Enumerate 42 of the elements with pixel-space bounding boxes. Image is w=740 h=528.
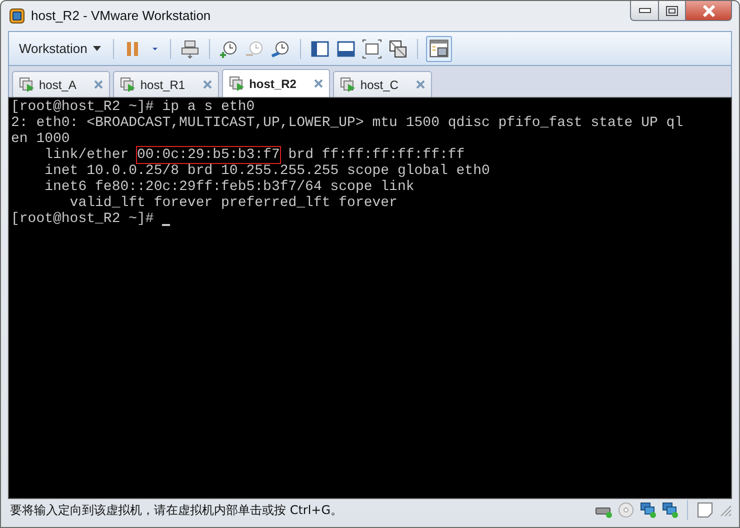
terminal-text: en 1000	[11, 131, 70, 147]
message-icon[interactable]	[696, 501, 714, 519]
maximize-button[interactable]	[659, 1, 686, 21]
minimize-icon	[638, 8, 650, 14]
close-button[interactable]	[686, 1, 732, 21]
terminal-text: valid_lft forever preferred_lft forever	[68, 195, 398, 211]
terminal-text: inet6 fe80::20c:29ff:feb5:b3f7/64 scope link	[44, 179, 414, 195]
vm-running-icon	[19, 76, 35, 92]
vm-console[interactable]	[8, 97, 732, 499]
thumbnail-view-icon[interactable]	[426, 36, 452, 62]
terminal-text: brd ff:ff:ff:ff:ff:ff	[287, 147, 465, 163]
terminal-text: 2: eth0: <BROADCAST,MULTICAST,UP,LOWER_UP> mtu 1500 qdisc pfifo_fast state UP ql	[11, 115, 684, 131]
close-tab-icon[interactable]	[203, 80, 212, 89]
status-message: 要将输入定向到该虚拟机，请在虚拟机内部单击或按 Ctrl+G。	[10, 502, 344, 518]
minimize-button[interactable]	[630, 1, 659, 21]
resize-grip-icon[interactable]	[718, 503, 732, 517]
app-icon	[9, 8, 25, 24]
close-tab-icon[interactable]	[416, 80, 426, 89]
window-title: host_R2 - VMware Workstation	[31, 8, 211, 23]
terminal-text: [root@host_R2 ~]#	[11, 211, 155, 227]
network-icon[interactable]	[661, 501, 679, 519]
close-tab-icon[interactable]	[314, 79, 324, 88]
vm-tab[interactable]: host_R1	[113, 71, 220, 97]
vm-tab[interactable]: host_A	[12, 71, 110, 97]
terminal-text: inet 10.0.0.25/8 brd 10.255.255.255 scope global eth0	[44, 163, 490, 179]
highlighted-text: 00:0c:29:b5:b3:f7	[137, 147, 280, 163]
restore-icon	[666, 6, 678, 16]
send-keys-icon[interactable]	[179, 38, 202, 60]
terminal-text: [root@host_R2 ~]# ip a s eth0	[11, 99, 255, 115]
vm-running-icon	[120, 76, 136, 92]
vm-tab[interactable]: host_C	[333, 71, 432, 97]
fullscreen-icon[interactable]	[361, 38, 384, 60]
unity-icon[interactable]	[387, 38, 410, 60]
workstation-menu[interactable]: Workstation	[15, 39, 106, 58]
close-icon	[702, 4, 716, 16]
terminal-text: link/ether	[44, 147, 130, 163]
close-tab-icon[interactable]	[94, 80, 104, 89]
caret-icon	[93, 46, 102, 51]
vm-running-icon	[340, 76, 356, 92]
network-icon[interactable]	[639, 501, 657, 519]
vm-tab[interactable]: host_R2	[222, 69, 330, 97]
vm-running-icon	[229, 76, 246, 92]
